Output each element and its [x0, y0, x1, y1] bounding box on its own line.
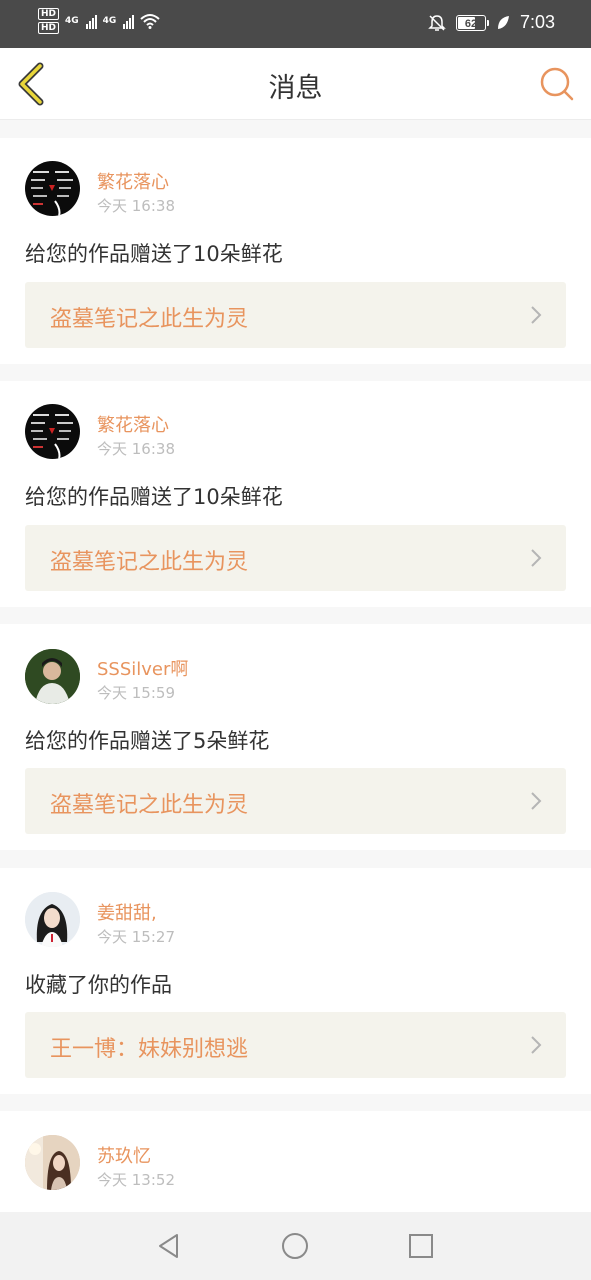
work-title: 盗墓笔记之此生为灵 [50, 307, 249, 332]
status-bar: HD HD 4G 4G 62 7:03 [0, 0, 591, 48]
username[interactable]: 姜甜甜, [97, 899, 157, 925]
timestamp: 今天 15:59 [97, 684, 175, 702]
network-type-2: 4G [102, 16, 117, 26]
status-right: 62 7:03 [428, 12, 555, 33]
username[interactable]: 苏玖忆 [97, 1142, 151, 1168]
message-card: 苏玖忆 今天 13:52 [0, 1111, 591, 1212]
timestamp: 今天 13:52 [97, 1171, 175, 1189]
username[interactable]: SSSilver啊 [97, 655, 188, 681]
status-left: HD HD 4G 4G [38, 8, 160, 34]
message-text: 给您的作品赠送了5朵鲜花 [25, 729, 270, 753]
chevron-right-icon [531, 549, 542, 567]
work-title: 盗墓笔记之此生为灵 [50, 793, 249, 818]
avatar[interactable] [25, 1135, 80, 1190]
mute-icon [428, 14, 446, 31]
header: 消息 [0, 48, 591, 120]
system-nav-bar [0, 1212, 591, 1280]
message-card: SSSilver啊 今天 15:59 给您的作品赠送了5朵鲜花 盗墓笔记之此生为… [0, 624, 591, 850]
avatar[interactable] [25, 404, 80, 459]
chevron-right-icon [531, 792, 542, 810]
signal-icon [85, 13, 97, 29]
work-link[interactable]: 盗墓笔记之此生为灵 [25, 282, 566, 348]
signal-icon-2 [123, 13, 135, 29]
chevron-right-icon [531, 306, 542, 324]
network-type-1: 4G [65, 16, 79, 26]
work-link[interactable]: 盗墓笔记之此生为灵 [25, 768, 566, 834]
timestamp: 今天 16:38 [97, 440, 175, 458]
leaf-icon [497, 15, 509, 29]
wifi-icon [140, 14, 160, 29]
avatar[interactable] [25, 649, 80, 704]
hd-badge-2: HD [38, 22, 60, 34]
battery-level: 62 [464, 17, 478, 30]
message-card: 繁花落心 今天 16:38 给您的作品赠送了10朵鲜花 盗墓笔记之此生为灵 [0, 381, 591, 607]
app-frame: HD HD 4G 4G 62 7:03 消息 繁花落心 今天 16:38 给您的… [0, 0, 591, 1280]
username[interactable]: 繁花落心 [97, 411, 169, 437]
hd-icon: HD HD [38, 8, 60, 34]
message-text: 给您的作品赠送了10朵鲜花 [25, 242, 283, 266]
timestamp: 今天 15:27 [97, 928, 175, 946]
timestamp: 今天 16:38 [97, 197, 175, 215]
page-title: 消息 [268, 73, 323, 104]
avatar[interactable] [25, 161, 80, 216]
work-link[interactable]: 王一博：妹妹别想逃 [25, 1012, 566, 1078]
back-triangle-icon[interactable] [155, 1232, 183, 1260]
work-title: 王一博：妹妹别想逃 [50, 1037, 249, 1062]
avatar[interactable] [25, 892, 80, 947]
recent-square-icon[interactable] [407, 1232, 435, 1260]
chevron-right-icon [531, 1036, 542, 1054]
search-icon[interactable] [539, 66, 575, 102]
clock: 7:03 [519, 12, 555, 32]
message-card: 姜甜甜, 今天 15:27 收藏了你的作品 王一博：妹妹别想逃 [0, 868, 591, 1094]
home-circle-icon[interactable] [281, 1232, 309, 1260]
hd-badge-1: HD [38, 8, 60, 20]
message-text: 给您的作品赠送了10朵鲜花 [25, 485, 283, 509]
message-card: 繁花落心 今天 16:38 给您的作品赠送了10朵鲜花 盗墓笔记之此生为灵 [0, 138, 591, 364]
message-text: 收藏了你的作品 [25, 973, 172, 997]
work-link[interactable]: 盗墓笔记之此生为灵 [25, 525, 566, 591]
battery-icon: 62 [455, 14, 489, 31]
username[interactable]: 繁花落心 [97, 168, 169, 194]
work-title: 盗墓笔记之此生为灵 [50, 550, 249, 575]
